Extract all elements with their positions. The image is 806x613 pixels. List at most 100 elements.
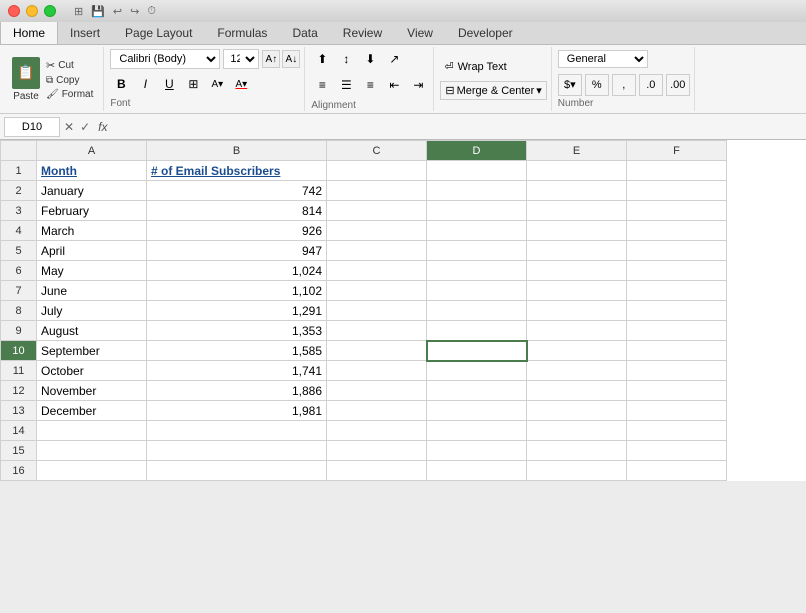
cancel-formula-icon[interactable]: ✕ — [64, 120, 74, 134]
decrease-decimal-button[interactable]: .0 — [639, 74, 663, 96]
row-header-9[interactable]: 9 — [1, 321, 37, 341]
cell-b9[interactable]: 1,353 — [147, 321, 327, 341]
cell-b11[interactable]: 1,741 — [147, 361, 327, 381]
cell-c5[interactable] — [327, 241, 427, 261]
tab-formulas[interactable]: Formulas — [205, 22, 280, 44]
row-header-1[interactable]: 1 — [1, 161, 37, 181]
row-header-16[interactable]: 16 — [1, 461, 37, 481]
cell-e4[interactable] — [527, 221, 627, 241]
cell-a8[interactable]: July — [37, 301, 147, 321]
font-size-increase-button[interactable]: A↑ — [262, 50, 280, 68]
cell-c2[interactable] — [327, 181, 427, 201]
cell-c12[interactable] — [327, 381, 427, 401]
align-middle-button[interactable]: ↕ — [335, 48, 357, 70]
font-size-decrease-button[interactable]: A↓ — [282, 50, 300, 68]
row-header-5[interactable]: 5 — [1, 241, 37, 261]
cell-reference-input[interactable] — [4, 117, 60, 137]
cell-f2[interactable] — [627, 181, 727, 201]
cell-a5[interactable]: April — [37, 241, 147, 261]
cell-c13[interactable] — [327, 401, 427, 421]
paste-button[interactable]: 📋 Paste — [12, 57, 40, 102]
cell-a13[interactable]: December — [37, 401, 147, 421]
cell-d2[interactable] — [427, 181, 527, 201]
comma-button[interactable]: , — [612, 74, 636, 96]
cell-e16[interactable] — [527, 461, 627, 481]
cell-d11[interactable] — [427, 361, 527, 381]
cell-b12[interactable]: 1,886 — [147, 381, 327, 401]
cell-e1[interactable] — [527, 161, 627, 181]
redo-icon[interactable]: ↪ — [130, 5, 139, 18]
cell-c4[interactable] — [327, 221, 427, 241]
italic-button[interactable]: I — [134, 73, 156, 95]
cell-e12[interactable] — [527, 381, 627, 401]
col-header-a[interactable]: A — [37, 141, 147, 161]
align-bottom-button[interactable]: ⬇ — [359, 48, 381, 70]
cell-f7[interactable] — [627, 281, 727, 301]
cell-b4[interactable]: 926 — [147, 221, 327, 241]
cell-a10[interactable]: September — [37, 341, 147, 361]
font-color-button[interactable]: A▾ — [230, 73, 252, 95]
align-center-button[interactable]: ☰ — [335, 74, 357, 96]
cell-a1[interactable]: Month — [37, 161, 147, 181]
cell-c3[interactable] — [327, 201, 427, 221]
col-header-e[interactable]: E — [527, 141, 627, 161]
col-header-b[interactable]: B — [147, 141, 327, 161]
col-header-d[interactable]: D — [427, 141, 527, 161]
angle-text-button[interactable]: ↗ — [383, 48, 405, 70]
cell-d5[interactable] — [427, 241, 527, 261]
font-family-select[interactable]: Calibri (Body) — [110, 49, 220, 69]
border-button[interactable]: ⊞ — [182, 73, 204, 95]
bold-button[interactable]: B — [110, 73, 132, 95]
cell-b14[interactable] — [147, 421, 327, 441]
cell-a16[interactable] — [37, 461, 147, 481]
cell-e9[interactable] — [527, 321, 627, 341]
cell-d6[interactable] — [427, 261, 527, 281]
cell-f5[interactable] — [627, 241, 727, 261]
cell-f6[interactable] — [627, 261, 727, 281]
cell-d13[interactable] — [427, 401, 527, 421]
cell-d15[interactable] — [427, 441, 527, 461]
cell-e11[interactable] — [527, 361, 627, 381]
cell-e5[interactable] — [527, 241, 627, 261]
increase-decimal-button[interactable]: .00 — [666, 74, 690, 96]
cell-a9[interactable]: August — [37, 321, 147, 341]
cell-c10[interactable] — [327, 341, 427, 361]
cell-a6[interactable]: May — [37, 261, 147, 281]
row-header-3[interactable]: 3 — [1, 201, 37, 221]
tab-developer[interactable]: Developer — [446, 22, 526, 44]
cell-d3[interactable] — [427, 201, 527, 221]
cell-d14[interactable] — [427, 421, 527, 441]
cell-e14[interactable] — [527, 421, 627, 441]
wrap-text-button[interactable]: ⏎ Wrap Text — [440, 58, 510, 75]
cell-f4[interactable] — [627, 221, 727, 241]
cell-a11[interactable]: October — [37, 361, 147, 381]
cell-a4[interactable]: March — [37, 221, 147, 241]
maximize-button[interactable] — [44, 5, 56, 17]
row-header-6[interactable]: 6 — [1, 261, 37, 281]
row-header-15[interactable]: 15 — [1, 441, 37, 461]
merge-dropdown-icon[interactable]: ▾ — [536, 84, 542, 97]
cell-c14[interactable] — [327, 421, 427, 441]
cell-b3[interactable]: 814 — [147, 201, 327, 221]
cell-c15[interactable] — [327, 441, 427, 461]
tab-view[interactable]: View — [395, 22, 446, 44]
copy-button[interactable]: ⧉ Copy — [44, 74, 95, 87]
cell-f3[interactable] — [627, 201, 727, 221]
format-button[interactable]: 🖌 Format — [44, 88, 95, 101]
save-icon[interactable]: 💾 — [91, 5, 105, 18]
row-header-13[interactable]: 13 — [1, 401, 37, 421]
cell-a14[interactable] — [37, 421, 147, 441]
cell-c7[interactable] — [327, 281, 427, 301]
undo-icon[interactable]: ↩ — [113, 5, 122, 18]
row-header-12[interactable]: 12 — [1, 381, 37, 401]
row-header-10[interactable]: 10 — [1, 341, 37, 361]
cell-d8[interactable] — [427, 301, 527, 321]
number-format-select[interactable]: General — [558, 50, 648, 68]
cell-e6[interactable] — [527, 261, 627, 281]
cell-f15[interactable] — [627, 441, 727, 461]
align-right-button[interactable]: ≡ — [359, 74, 381, 96]
tab-page-layout[interactable]: Page Layout — [113, 22, 205, 44]
cell-f9[interactable] — [627, 321, 727, 341]
confirm-formula-icon[interactable]: ✓ — [80, 120, 90, 134]
cell-a12[interactable]: November — [37, 381, 147, 401]
